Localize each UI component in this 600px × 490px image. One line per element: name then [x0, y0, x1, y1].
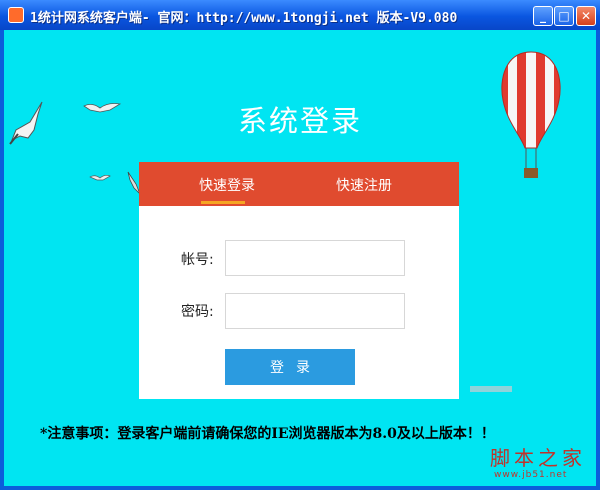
- maximize-icon: □: [558, 9, 570, 23]
- close-icon: ✕: [580, 9, 592, 23]
- watermark-url: www.jb51.net: [494, 470, 568, 480]
- maximize-button[interactable]: □: [554, 6, 574, 26]
- login-tabs: 快速登录 快速注册: [139, 162, 459, 206]
- password-label: 密码:: [181, 304, 214, 320]
- minimize-button[interactable]: _: [533, 6, 553, 26]
- client-area: 系统登录 快速登录 快速注册 帐号: 密码: 登录 *注意事项：登录客户端前请确…: [4, 30, 596, 486]
- password-input[interactable]: [225, 293, 405, 329]
- login-heading: 系统登录: [237, 104, 362, 138]
- notice-text: *注意事项：登录客户端前请确保您的IE浏览器版本为8.0及以上版本！！: [40, 426, 495, 442]
- login-button[interactable]: 登录: [225, 349, 355, 385]
- faint-logo: [470, 386, 512, 392]
- account-input[interactable]: [225, 240, 405, 276]
- active-tab-indicator: [201, 201, 245, 204]
- app-window: 1统计网系统客户端- 官网：http://www.1tongji.net 版本-…: [0, 0, 600, 490]
- account-label: 帐号:: [181, 252, 214, 268]
- seagull-icon: [89, 174, 111, 181]
- tab-quick-login[interactable]: 快速登录: [199, 175, 255, 195]
- window-title: 1统计网系统客户端- 官网：http://www.1tongji.net 版本-…: [30, 11, 458, 26]
- tab-quick-register[interactable]: 快速注册: [336, 175, 392, 195]
- login-panel: 快速登录 快速注册 帐号: 密码: 登录: [139, 162, 459, 399]
- app-icon: [8, 7, 24, 23]
- watermark-text: 脚本之家: [490, 446, 586, 470]
- minimize-icon: _: [540, 9, 546, 23]
- title-bar[interactable]: 1统计网系统客户端- 官网：http://www.1tongji.net 版本-…: [0, 0, 600, 30]
- close-button[interactable]: ✕: [576, 6, 596, 26]
- watermark-logo: 脚本之家: [490, 442, 586, 471]
